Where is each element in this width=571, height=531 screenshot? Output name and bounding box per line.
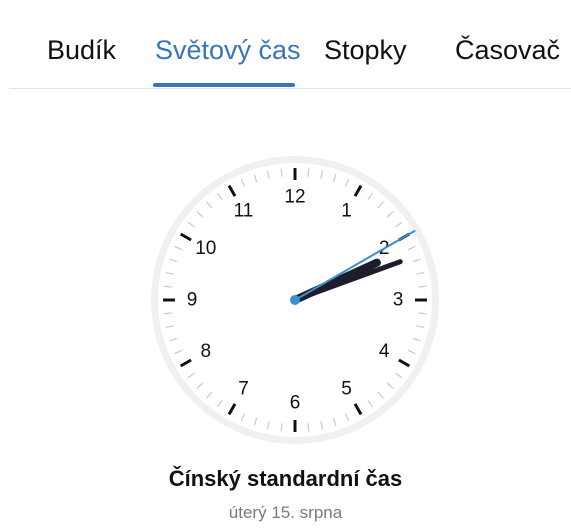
time-zone-date: úterý 15. srpna	[228, 503, 343, 522]
tab-stopwatch[interactable]: Stopky	[324, 30, 407, 70]
clock-numeral: 10	[195, 238, 216, 259]
clock-numeral: 12	[284, 187, 305, 208]
tab-divider	[9, 88, 571, 89]
clock-numeral: 4	[379, 341, 390, 362]
clock-numeral: 5	[341, 379, 352, 400]
minor-tick	[280, 168, 283, 177]
analog-clock: 121234567891011	[150, 155, 440, 445]
tab-alarm[interactable]: Budík	[47, 30, 116, 70]
tab-world-clock[interactable]: Světový čas	[155, 30, 301, 70]
minor-tick	[163, 285, 172, 288]
minor-tick	[163, 312, 172, 315]
tab-timer[interactable]: Časovač	[455, 30, 560, 70]
clock-numeral: 6	[290, 393, 301, 414]
clock-numeral: 7	[238, 379, 249, 400]
minor-tick	[418, 285, 427, 288]
time-zone-name: Čínský standardní čas	[168, 466, 403, 491]
minor-tick	[418, 312, 427, 315]
active-tab-indicator	[153, 83, 295, 87]
clock-numeral: 1	[341, 200, 352, 221]
clock-numeral: 11	[234, 200, 254, 221]
minor-tick	[307, 168, 310, 177]
clock-face: 121234567891011	[151, 156, 439, 444]
clock-numeral: 3	[393, 290, 404, 311]
clock-center-pin	[290, 295, 300, 305]
clock-numeral: 8	[201, 341, 212, 362]
minor-tick	[280, 423, 283, 432]
minor-tick	[307, 423, 310, 432]
clock-numeral: 9	[187, 290, 198, 311]
tab-bar: Budík Světový čas Stopky Časovač	[0, 0, 571, 90]
